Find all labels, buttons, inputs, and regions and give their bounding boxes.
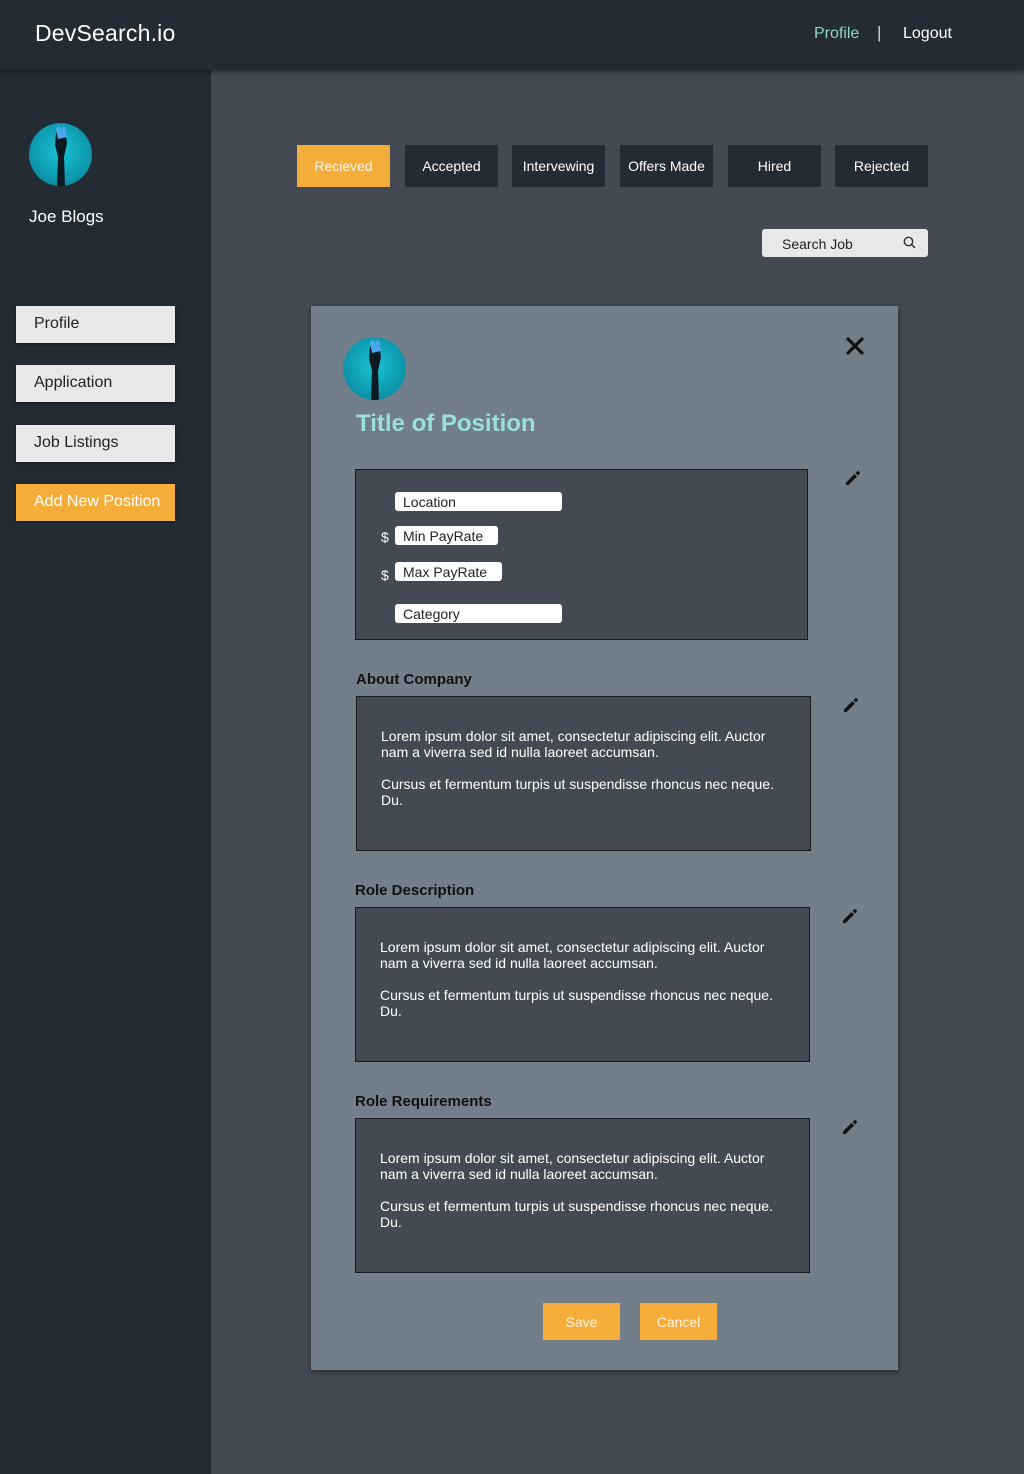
position-details-box: Location $ Min PayRate $ Max PayRate Cat… [355, 469, 808, 640]
sidebar-item-job-listings[interactable]: Job Listings [16, 425, 175, 462]
search-job-input[interactable]: Search Job [762, 229, 928, 257]
role-description-label: Role Description [355, 882, 475, 899]
about-company-textbox[interactable]: Lorem ipsum dolor sit amet, consectetur … [356, 696, 811, 851]
close-icon[interactable] [844, 335, 866, 362]
tab-recieved[interactable]: Recieved [297, 145, 390, 187]
role-description-paragraph-1: Lorem ipsum dolor sit amet, consectetur … [380, 939, 765, 971]
save-button[interactable]: Save [543, 1303, 620, 1340]
tab-offers-made[interactable]: Offers Made [620, 145, 713, 187]
sidebar-item-application[interactable]: Application [16, 365, 175, 402]
edit-role-description-pencil-icon[interactable] [841, 907, 859, 930]
min-payrate-field[interactable]: Min PayRate [395, 526, 498, 545]
search-placeholder: Search Job [782, 236, 853, 252]
position-avatar [343, 337, 406, 400]
tab-rejected[interactable]: Rejected [835, 145, 928, 187]
tab-intervewing[interactable]: Intervewing [512, 145, 605, 187]
nav-separator: | [877, 23, 882, 42]
edit-details-pencil-icon[interactable] [844, 469, 862, 492]
role-requirements-paragraph-2: Cursus et fermentum turpis ut suspendiss… [380, 1198, 773, 1230]
position-modal: Title of Position Location $ Min PayRate… [311, 306, 898, 1370]
category-field[interactable]: Category [395, 604, 562, 623]
tab-accepted[interactable]: Accepted [405, 145, 498, 187]
about-company-paragraph-1: Lorem ipsum dolor sit amet, consectetur … [381, 728, 766, 760]
role-requirements-textbox[interactable]: Lorem ipsum dolor sit amet, consectetur … [355, 1118, 810, 1273]
tab-hired[interactable]: Hired [728, 145, 821, 187]
location-field[interactable]: Location [395, 492, 562, 511]
about-company-paragraph-2: Cursus et fermentum turpis ut suspendiss… [381, 776, 774, 808]
top-bar: DevSearch.io Profile | Logout [0, 0, 1024, 70]
nav-profile-link[interactable]: Profile [814, 25, 859, 43]
cancel-button[interactable]: Cancel [640, 1303, 717, 1340]
max-pay-currency: $ [381, 567, 389, 583]
user-name: Joe Blogs [29, 207, 104, 226]
edit-role-requirements-pencil-icon[interactable] [841, 1118, 859, 1141]
role-requirements-paragraph-1: Lorem ipsum dolor sit amet, consectetur … [380, 1150, 765, 1182]
search-icon[interactable] [903, 236, 916, 252]
role-description-paragraph-2: Cursus et fermentum turpis ut suspendiss… [380, 987, 773, 1019]
about-company-label: About Company [356, 671, 472, 688]
sidebar-item-add-new-position[interactable]: Add New Position [16, 484, 175, 521]
min-pay-currency: $ [381, 529, 389, 545]
sidebar: Joe Blogs Profile Application Job Listin… [0, 70, 211, 1474]
role-requirements-label: Role Requirements [355, 1093, 492, 1110]
position-title[interactable]: Title of Position [356, 410, 536, 438]
brand-logo[interactable]: DevSearch.io [35, 20, 175, 47]
user-avatar[interactable] [29, 123, 92, 186]
edit-about-company-pencil-icon[interactable] [842, 696, 860, 719]
sidebar-item-profile[interactable]: Profile [16, 306, 175, 343]
max-payrate-field[interactable]: Max PayRate [395, 562, 502, 581]
nav-logout-link[interactable]: Logout [903, 25, 952, 43]
role-description-textbox[interactable]: Lorem ipsum dolor sit amet, consectetur … [355, 907, 810, 1062]
